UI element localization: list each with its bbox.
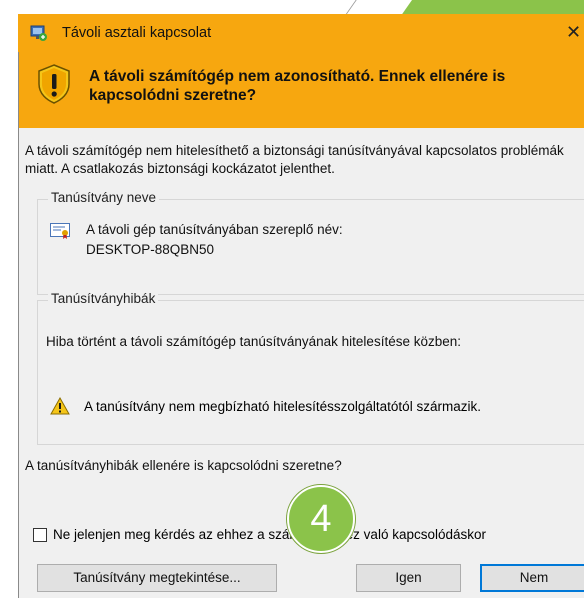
remote-desktop-icon bbox=[30, 24, 48, 42]
no-button[interactable]: Nem bbox=[480, 564, 584, 592]
warning-banner: A távoli számítógép nem azonosítható. En… bbox=[19, 52, 584, 128]
certificate-row: A távoli gép tanúsítványában szereplő né… bbox=[50, 220, 343, 260]
warning-icon bbox=[50, 396, 70, 415]
intro-text: A távoli számítógép nem hitelesíthető a … bbox=[25, 143, 564, 176]
certificate-icon bbox=[50, 223, 70, 239]
certificate-label: A távoli gép tanúsítványában szereplő né… bbox=[86, 222, 343, 237]
warning-text: A tanúsítvány nem megbízható hitelesítés… bbox=[84, 398, 481, 414]
window-title: Távoli asztali kapcsolat bbox=[62, 25, 212, 41]
yes-button[interactable]: Igen bbox=[356, 564, 461, 592]
step-number-badge: 4 bbox=[287, 485, 355, 553]
certificate-name: DESKTOP-88QBN50 bbox=[86, 242, 215, 257]
view-certificate-button[interactable]: Tanúsítvány megtekintése... bbox=[37, 564, 277, 592]
title-bar: Távoli asztali kapcsolat ✕ bbox=[18, 14, 584, 52]
dont-ask-checkbox[interactable] bbox=[33, 527, 47, 542]
shield-warning-icon bbox=[37, 64, 71, 104]
errors-group-legend: Tanúsítványhibák bbox=[48, 291, 159, 306]
certificate-errors-group: Tanúsítványhibák Hiba történt a távoli s… bbox=[37, 291, 584, 445]
warning-row: A tanúsítvány nem megbízható hitelesítés… bbox=[50, 396, 481, 415]
dont-ask-checkbox-row[interactable]: Ne jelenjen meg kérdés az ehhez a számít… bbox=[33, 527, 486, 542]
certificate-name-group: Tanúsítvány neve A távoli gép tanúsítván… bbox=[37, 190, 584, 295]
dont-ask-label[interactable]: Ne jelenjen meg kérdés az ehhez a számít… bbox=[53, 527, 486, 542]
certificate-group-legend: Tanúsítvány neve bbox=[48, 190, 160, 205]
connect-question: A tanúsítványhibák ellenére is kapcsolód… bbox=[25, 458, 342, 473]
errors-description: Hiba történt a távoli számítógép tanúsít… bbox=[46, 334, 461, 349]
banner-message: A távoli számítógép nem azonosítható. En… bbox=[89, 68, 506, 104]
close-icon[interactable]: ✕ bbox=[566, 22, 584, 43]
